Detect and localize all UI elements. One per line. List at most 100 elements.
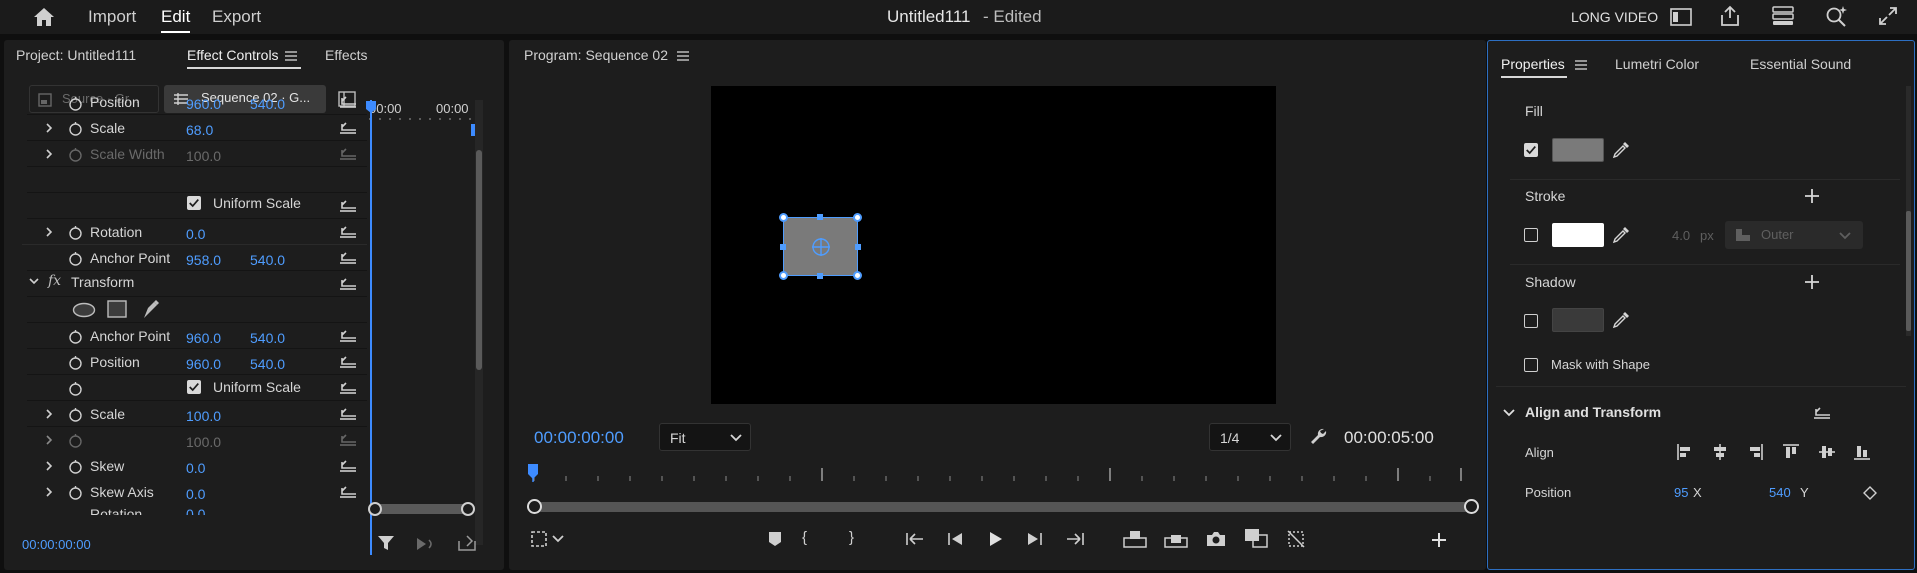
stopwatch-icon[interactable] [68, 459, 83, 474]
chevron-down-icon[interactable] [29, 276, 39, 286]
tab-properties[interactable]: Properties [1501, 56, 1565, 72]
zoom-bar[interactable] [531, 502, 1475, 512]
uniform-scale-checkbox[interactable] [187, 196, 201, 210]
fill-checkbox[interactable] [1524, 143, 1538, 157]
t-position-y-value[interactable]: 540.0 [250, 356, 285, 372]
effect-playhead-line[interactable] [370, 100, 372, 555]
video-canvas[interactable] [711, 86, 1276, 404]
stopwatch-icon[interactable] [68, 329, 83, 344]
reset-icon[interactable] [338, 486, 358, 500]
resize-handle-br[interactable] [853, 271, 862, 280]
stopwatch-icon[interactable] [68, 381, 83, 396]
stopwatch-icon[interactable] [68, 96, 83, 111]
stroke-color-swatch[interactable] [1552, 223, 1604, 247]
multicam-icon[interactable] [1286, 529, 1306, 549]
zoom-handle-end[interactable] [461, 502, 475, 516]
resolution-dropdown[interactable]: 1/4 [1209, 423, 1291, 451]
zoom-handle-start[interactable] [368, 502, 382, 516]
program-playhead[interactable] [527, 464, 539, 482]
pen-mask-icon[interactable] [140, 298, 160, 320]
reset-icon[interactable] [338, 200, 358, 214]
nav-import[interactable]: Import [88, 7, 136, 27]
filter-icon[interactable] [377, 534, 395, 552]
chevron-right-icon[interactable] [44, 435, 54, 445]
chevron-right-icon[interactable] [44, 409, 54, 419]
reset-icon[interactable] [338, 252, 358, 266]
eyedropper-icon[interactable] [1612, 311, 1630, 329]
reset-icon[interactable] [338, 226, 358, 240]
zoom-bar-end[interactable] [1464, 499, 1479, 514]
tab-project[interactable]: Project: Untitled111 [16, 47, 136, 63]
comparison-view-icon[interactable] [1244, 528, 1268, 548]
program-timecode[interactable]: 00:00:00:00 [534, 428, 624, 448]
anchor-point-icon[interactable] [810, 236, 832, 258]
shadow-color-swatch[interactable] [1552, 308, 1604, 332]
resize-handle-bottom[interactable] [817, 273, 823, 279]
align-bottom-icon[interactable] [1853, 443, 1871, 461]
tab-effects[interactable]: Effects [325, 47, 368, 63]
mark-out-icon[interactable]: } [849, 529, 854, 546]
insert-icon[interactable] [1123, 530, 1147, 548]
resize-handle-tl[interactable] [779, 213, 788, 222]
position-x-input[interactable]: 95 [1674, 485, 1688, 500]
selected-shape[interactable] [783, 217, 858, 276]
t-anchor-x-value[interactable]: 960.0 [186, 330, 221, 346]
stopwatch-icon[interactable] [68, 485, 83, 500]
resize-handle-bl[interactable] [779, 271, 788, 280]
chevron-down-icon[interactable] [552, 534, 564, 544]
chevron-right-icon[interactable] [44, 123, 54, 133]
properties-scrollbar-thumb[interactable] [1906, 211, 1911, 331]
add-marker-icon[interactable] [768, 531, 782, 547]
chevron-right-icon[interactable] [44, 487, 54, 497]
step-forward-icon[interactable] [1026, 532, 1044, 546]
reset-icon[interactable] [338, 382, 358, 396]
reset-icon[interactable] [1812, 407, 1832, 421]
add-button-icon[interactable] [1431, 532, 1447, 548]
go-to-out-icon[interactable] [1065, 532, 1085, 546]
step-back-icon[interactable] [946, 532, 964, 546]
t-position-x-value[interactable]: 960.0 [186, 356, 221, 372]
resize-handle-left[interactable] [780, 244, 786, 250]
align-transform-label[interactable]: Align and Transform [1525, 404, 1661, 420]
search-sparkle-icon[interactable] [1824, 4, 1848, 28]
workspace-panel-icon[interactable] [1670, 8, 1692, 26]
anchor-x-value[interactable]: 958.0 [186, 252, 221, 268]
timeline-ruler[interactable] [524, 464, 1464, 482]
home-icon[interactable] [32, 6, 56, 28]
reset-icon[interactable] [338, 330, 358, 344]
panel-menu-icon[interactable] [285, 51, 297, 61]
ellipse-mask-icon[interactable] [72, 302, 96, 318]
add-shadow-icon[interactable] [1805, 275, 1819, 289]
t-scale-value[interactable]: 100.0 [186, 408, 221, 424]
stopwatch-icon[interactable] [68, 121, 83, 136]
fullscreen-icon[interactable] [1878, 6, 1898, 26]
export-frame-icon[interactable] [458, 534, 476, 552]
tab-effect-controls[interactable]: Effect Controls [187, 47, 279, 63]
nav-edit[interactable]: Edit [161, 7, 191, 33]
workspace-label[interactable]: LONG VIDEO [1571, 9, 1658, 25]
rectangle-mask-icon[interactable] [107, 300, 127, 318]
t-skew-value[interactable]: 0.0 [186, 460, 205, 476]
reset-icon[interactable] [338, 356, 358, 370]
panel-menu-icon[interactable] [677, 51, 689, 61]
tab-lumetri-color[interactable]: Lumetri Color [1615, 56, 1699, 72]
keyframe-diamond-icon[interactable] [1863, 486, 1877, 500]
eyedropper-icon[interactable] [1612, 141, 1630, 159]
align-left-icon[interactable] [1676, 443, 1694, 461]
t-rotation-value[interactable]: 0.0 [186, 506, 205, 515]
wrench-icon[interactable] [1309, 427, 1327, 445]
overwrite-icon[interactable] [1164, 530, 1188, 548]
fill-color-swatch[interactable] [1552, 138, 1604, 162]
stopwatch-icon[interactable] [68, 355, 83, 370]
scale-value[interactable]: 68.0 [186, 122, 213, 138]
chevron-down-icon[interactable] [1503, 408, 1515, 418]
zoom-scrollbar[interactable] [374, 504, 472, 514]
shadow-checkbox[interactable] [1524, 314, 1538, 328]
stopwatch-icon[interactable] [68, 225, 83, 240]
stroke-width-value[interactable]: 4.0 [1672, 228, 1690, 243]
effect-playhead-handle[interactable] [366, 101, 376, 113]
mask-with-shape-checkbox[interactable] [1524, 358, 1538, 372]
progress-dashboard-icon[interactable] [1772, 6, 1794, 26]
rotation-value[interactable]: 0.0 [186, 226, 205, 242]
share-icon[interactable] [1719, 5, 1741, 27]
